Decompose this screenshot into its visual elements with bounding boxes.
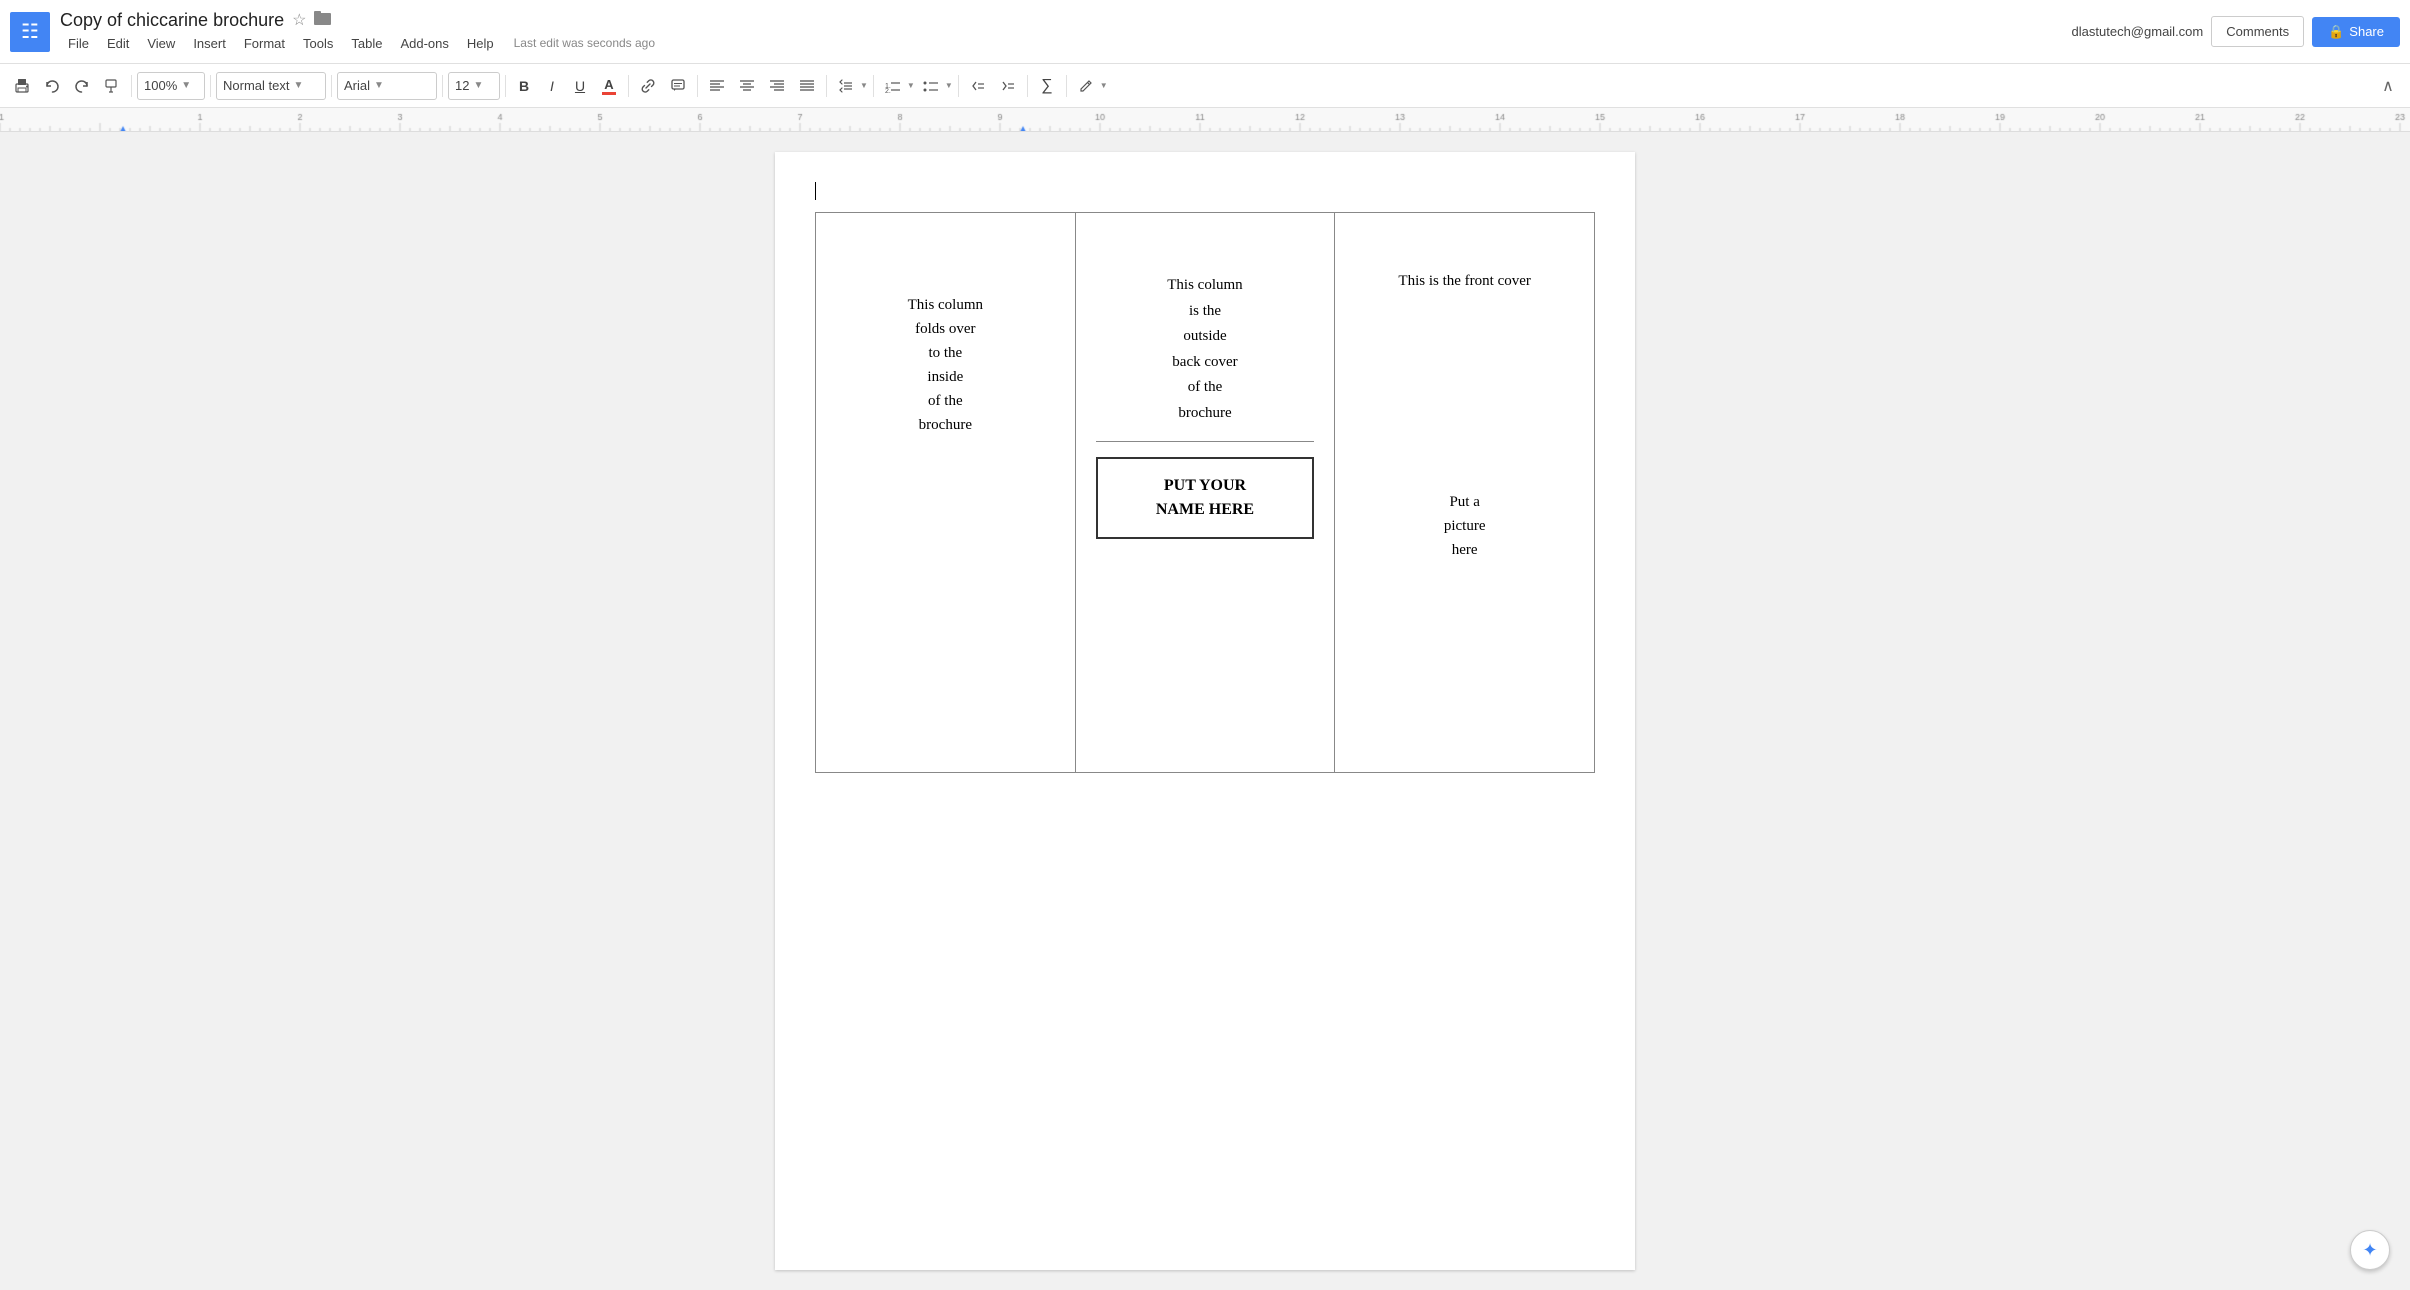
lock-icon: 🔒 — [2328, 24, 2344, 40]
numbered-list-chevron: ▼ — [907, 81, 915, 90]
document-area[interactable]: This column folds over to the inside of … — [0, 132, 2410, 1290]
font-dropdown[interactable]: Arial ▼ — [337, 72, 437, 100]
text-cursor — [815, 182, 816, 200]
document: This column folds over to the inside of … — [775, 152, 1635, 1270]
bullet-list-chevron: ▼ — [945, 81, 953, 90]
name-line1: PUT YOUR — [1164, 477, 1246, 494]
bullet-list-button[interactable] — [917, 72, 945, 100]
undo-button[interactable] — [38, 72, 66, 100]
sep12 — [1066, 75, 1067, 97]
menu-file[interactable]: File — [60, 33, 97, 54]
zoom-dropdown[interactable]: 100% ▼ — [137, 72, 205, 100]
menu-insert[interactable]: Insert — [185, 33, 234, 54]
col3-top-text: This is the front cover — [1398, 273, 1530, 289]
menu-help[interactable]: Help — [459, 33, 502, 54]
align-left-button[interactable] — [703, 72, 731, 100]
sep11 — [1027, 75, 1028, 97]
user-email[interactable]: dlastutech@gmail.com — [2072, 24, 2204, 39]
menu-format[interactable]: Format — [236, 33, 293, 54]
top-actions: dlastutech@gmail.com Comments 🔒 Share — [2072, 16, 2400, 47]
indent-more-button[interactable] — [994, 72, 1022, 100]
brochure-col3[interactable]: This is the front cover Put a picture he… — [1335, 213, 1595, 773]
underline-button[interactable]: U — [567, 73, 593, 99]
comments-button[interactable]: Comments — [2211, 16, 2304, 47]
pen-button[interactable] — [1072, 72, 1100, 100]
toolbar: 100% ▼ Normal text ▼ Arial ▼ 12 ▼ B I U … — [0, 64, 2410, 108]
name-line2: NAME HERE — [1156, 501, 1254, 518]
align-center-button[interactable] — [733, 72, 761, 100]
last-edit-status: Last edit was seconds ago — [514, 36, 655, 50]
col2-top-text: This column is the outside back cover of… — [1167, 277, 1242, 421]
redo-button[interactable] — [68, 72, 96, 100]
folder-icon[interactable] — [314, 10, 332, 31]
sep10 — [958, 75, 959, 97]
sep4 — [442, 75, 443, 97]
print-button[interactable] — [8, 72, 36, 100]
sep9 — [873, 75, 874, 97]
google-apps-button[interactable]: ☷ — [10, 12, 50, 52]
menu-tools[interactable]: Tools — [295, 33, 341, 54]
bold-button[interactable]: B — [511, 73, 537, 99]
align-justify-button[interactable] — [793, 72, 821, 100]
font-size-dropdown[interactable]: 12 ▼ — [448, 72, 500, 100]
menu-addons[interactable]: Add-ons — [392, 33, 456, 54]
line-spacing-chevron: ▼ — [860, 81, 868, 90]
menu-bar: File Edit View Insert Format Tools Table… — [60, 33, 2072, 54]
comment-button[interactable] — [664, 72, 692, 100]
sep5 — [505, 75, 506, 97]
italic-button[interactable]: I — [539, 73, 565, 99]
pen-chevron: ▼ — [1100, 81, 1108, 90]
line-spacing-button[interactable] — [832, 72, 860, 100]
expand-collapse-button[interactable]: ∧ — [2374, 72, 2402, 100]
indent-less-button[interactable] — [964, 72, 992, 100]
menu-view[interactable]: View — [139, 33, 183, 54]
sep8 — [826, 75, 827, 97]
brochure-col2[interactable]: This column is the outside back cover of… — [1075, 213, 1335, 773]
col2-divider — [1096, 441, 1315, 442]
numbered-list-button[interactable]: 1.2. — [879, 72, 907, 100]
formula-button[interactable]: ∑ — [1033, 72, 1061, 100]
sep1 — [131, 75, 132, 97]
sep6 — [628, 75, 629, 97]
star-icon[interactable]: ☆ — [292, 10, 306, 30]
ruler — [0, 108, 2410, 132]
align-right-button[interactable] — [763, 72, 791, 100]
name-box[interactable]: PUT YOUR NAME HERE — [1096, 457, 1315, 539]
col1-text: This column folds over to the inside of … — [908, 297, 983, 433]
doc-title: Copy of chiccarine brochure — [60, 10, 284, 31]
brochure-col1[interactable]: This column folds over to the inside of … — [816, 213, 1076, 773]
style-dropdown[interactable]: Normal text ▼ — [216, 72, 326, 100]
smart-compose-button[interactable]: ✦ — [2350, 1230, 2390, 1270]
smart-compose-icon: ✦ — [2362, 1240, 2377, 1261]
menu-table[interactable]: Table — [343, 33, 390, 54]
sep7 — [697, 75, 698, 97]
paint-format-button[interactable] — [98, 72, 126, 100]
sep3 — [331, 75, 332, 97]
doc-title-section: Copy of chiccarine brochure ☆ File Edit … — [60, 10, 2072, 54]
svg-text:2.: 2. — [885, 88, 891, 93]
col3-bottom-text: Put a picture here — [1444, 494, 1486, 558]
text-color-button[interactable]: A — [595, 72, 623, 100]
grid-icon: ☷ — [21, 22, 39, 42]
brochure-table: This column folds over to the inside of … — [815, 212, 1595, 773]
sep2 — [210, 75, 211, 97]
menu-edit[interactable]: Edit — [99, 33, 137, 54]
link-button[interactable] — [634, 72, 662, 100]
share-button[interactable]: 🔒 Share — [2312, 17, 2400, 47]
